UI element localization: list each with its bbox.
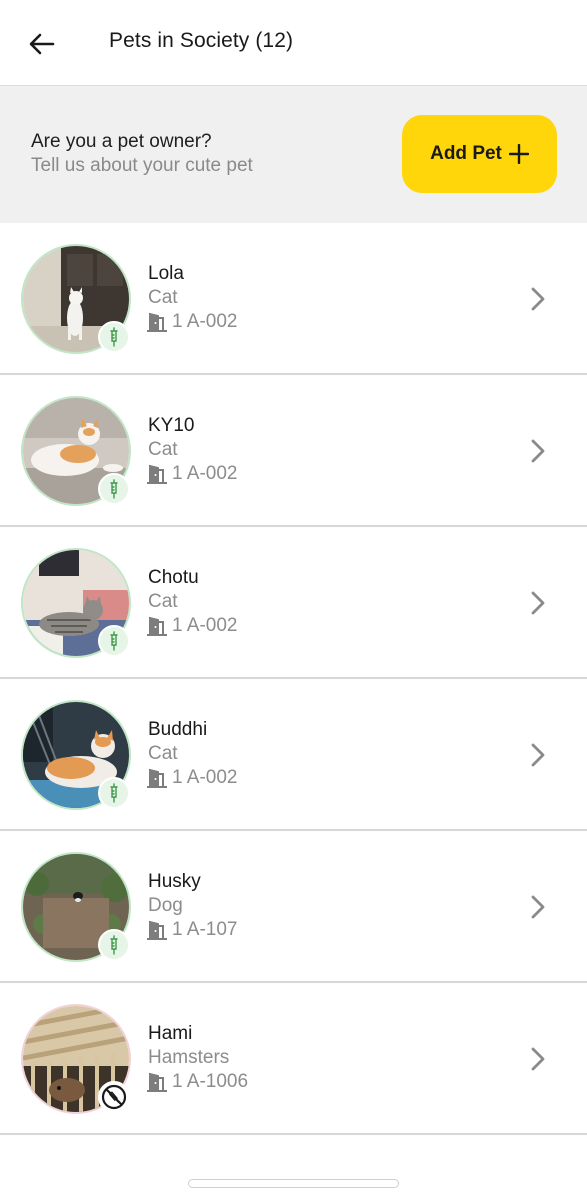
pet-name: Lola bbox=[148, 263, 184, 284]
top-app-bar: Pets in Society (12) bbox=[0, 0, 587, 86]
pet-unit-label: 1 A-1006 bbox=[172, 1071, 249, 1092]
pet-list-item[interactable]: Hami Hamsters 1 A-1006 bbox=[0, 983, 587, 1135]
pet-list: Lola Cat 1 A-002 KY10 Cat 1 A-002 Chotu … bbox=[0, 223, 587, 1135]
pet-unit-label: 1 A-107 bbox=[172, 919, 238, 940]
pet-name: Husky bbox=[148, 871, 201, 892]
pet-list-item[interactable]: Husky Dog 1 A-107 bbox=[0, 831, 587, 983]
vaccinated-badge bbox=[98, 929, 130, 961]
pet-type: Cat bbox=[148, 439, 178, 460]
pet-avatar bbox=[21, 548, 131, 658]
pet-list-item[interactable]: Chotu Cat 1 A-002 bbox=[0, 527, 587, 679]
pet-avatar bbox=[21, 396, 131, 506]
vaccinated-badge bbox=[98, 777, 130, 809]
door-icon bbox=[145, 1072, 169, 1092]
chevron-right-icon[interactable] bbox=[527, 284, 549, 314]
door-icon bbox=[145, 920, 169, 940]
banner-question: Are you a pet owner? bbox=[31, 131, 212, 152]
chevron-right-icon[interactable] bbox=[527, 1044, 549, 1074]
vaccinated-badge bbox=[98, 473, 130, 505]
pet-unit: 1 A-002 bbox=[145, 311, 238, 333]
vaccinated-badge bbox=[98, 625, 130, 657]
pet-list-item[interactable]: Lola Cat 1 A-002 bbox=[0, 223, 587, 375]
back-button[interactable] bbox=[22, 24, 62, 64]
no-syringe-icon bbox=[101, 1084, 127, 1110]
pet-name: Hami bbox=[148, 1023, 193, 1044]
not-vaccinated-badge bbox=[98, 1081, 130, 1113]
banner-subtitle: Tell us about your cute pet bbox=[31, 155, 253, 176]
plus-icon bbox=[508, 144, 529, 164]
page-title: Pets in Society (12) bbox=[109, 29, 294, 52]
door-icon bbox=[145, 768, 169, 788]
arrow-left-icon bbox=[29, 33, 55, 55]
pet-unit: 1 A-107 bbox=[145, 919, 238, 941]
add-pet-button[interactable]: Add Pet bbox=[402, 115, 557, 193]
pet-avatar bbox=[21, 244, 131, 354]
syringe-icon bbox=[110, 935, 118, 955]
chevron-right-icon[interactable] bbox=[527, 436, 549, 466]
pet-avatar bbox=[21, 852, 131, 962]
add-pet-banner: Are you a pet owner? Tell us about your … bbox=[0, 86, 587, 223]
pet-type: Hamsters bbox=[148, 1047, 230, 1068]
pet-unit: 1 A-002 bbox=[145, 463, 238, 485]
chevron-right-icon[interactable] bbox=[527, 588, 549, 618]
pet-unit: 1 A-002 bbox=[145, 615, 238, 637]
pet-list-item[interactable]: Buddhi Cat 1 A-002 bbox=[0, 679, 587, 831]
pet-type: Cat bbox=[148, 743, 178, 764]
door-icon bbox=[145, 464, 169, 484]
chevron-right-icon[interactable] bbox=[527, 892, 549, 922]
pet-unit: 1 A-1006 bbox=[145, 1071, 248, 1093]
pet-avatar bbox=[21, 700, 131, 810]
pet-unit-label: 1 A-002 bbox=[172, 463, 238, 484]
home-indicator[interactable] bbox=[188, 1179, 399, 1188]
door-icon bbox=[145, 616, 169, 636]
pet-type: Cat bbox=[148, 591, 178, 612]
pet-name: KY10 bbox=[148, 415, 195, 436]
syringe-icon bbox=[110, 327, 118, 347]
pet-unit-label: 1 A-002 bbox=[172, 311, 238, 332]
pet-list-item[interactable]: KY10 Cat 1 A-002 bbox=[0, 375, 587, 527]
pet-unit-label: 1 A-002 bbox=[172, 767, 238, 788]
syringe-icon bbox=[110, 479, 118, 499]
pet-avatar bbox=[21, 1004, 131, 1114]
vaccinated-badge bbox=[98, 321, 130, 353]
chevron-right-icon[interactable] bbox=[527, 740, 549, 770]
add-pet-label: Add Pet bbox=[430, 143, 502, 164]
syringe-icon bbox=[110, 783, 118, 803]
pet-name: Buddhi bbox=[148, 719, 208, 740]
pet-unit-label: 1 A-002 bbox=[172, 615, 238, 636]
pet-type: Cat bbox=[148, 287, 178, 308]
door-icon bbox=[145, 312, 169, 332]
pet-unit: 1 A-002 bbox=[145, 767, 238, 789]
syringe-icon bbox=[110, 631, 118, 651]
pet-type: Dog bbox=[148, 895, 183, 916]
pet-name: Chotu bbox=[148, 567, 199, 588]
